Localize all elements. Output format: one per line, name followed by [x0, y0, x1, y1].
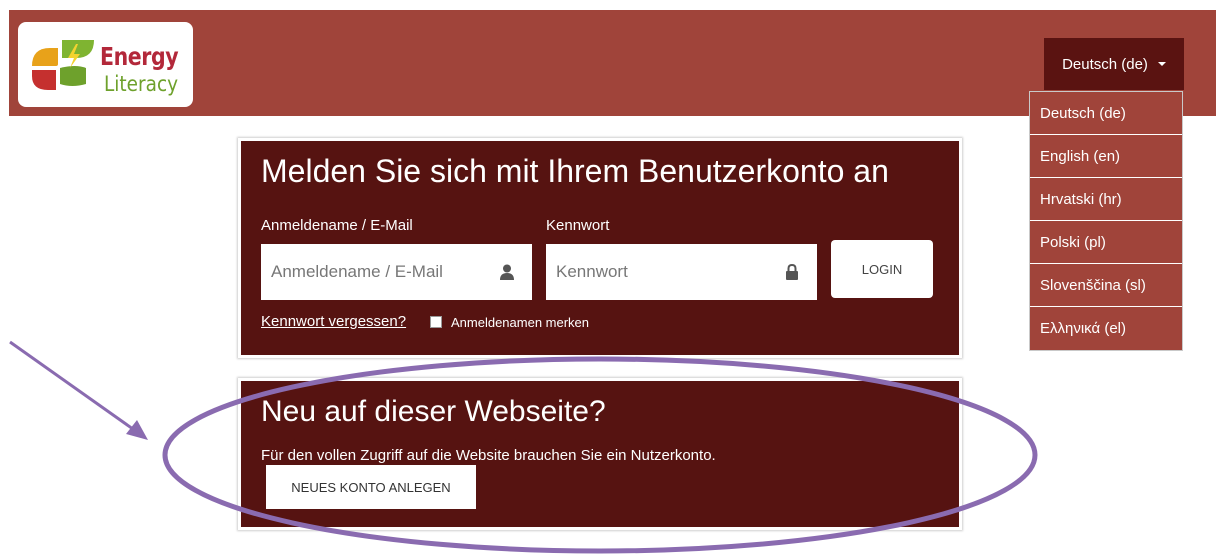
- username-input[interactable]: Anmeldename / E-Mail: [261, 244, 532, 300]
- login-card: Melden Sie sich mit Ihrem Benutzerkonto …: [238, 138, 962, 358]
- language-option-sl[interactable]: Slovenščina (sl): [1030, 264, 1182, 307]
- language-dropdown-button[interactable]: Deutsch (de): [1044, 38, 1184, 90]
- caret-down-icon: [1157, 62, 1166, 66]
- logo-text-literacy: Literacy: [104, 72, 179, 96]
- language-option-el[interactable]: Ελληνικά (el): [1030, 307, 1182, 350]
- annotation-arrow-head: [126, 420, 148, 440]
- password-input[interactable]: Kennwort: [546, 244, 817, 300]
- password-label: Kennwort: [546, 217, 610, 234]
- language-option-de[interactable]: Deutsch (de): [1030, 92, 1182, 135]
- signup-card: Neu auf dieser Webseite? Für den vollen …: [238, 378, 962, 530]
- language-current-label: Deutsch (de): [1062, 55, 1148, 73]
- energy-literacy-logo[interactable]: Energy Literacy: [18, 22, 193, 107]
- login-title: Melden Sie sich mit Ihrem Benutzerkonto …: [261, 153, 889, 189]
- remember-username-label: Anmeldenamen merken: [451, 315, 590, 330]
- remember-username-checkbox[interactable]: [430, 316, 442, 328]
- user-icon: [500, 264, 514, 280]
- forgot-password-link[interactable]: Kennwort vergessen?: [261, 313, 406, 330]
- language-option-en[interactable]: English (en): [1030, 135, 1182, 178]
- language-option-hr[interactable]: Hrvatski (hr): [1030, 178, 1182, 221]
- language-menu: Deutsch (de) English (en) Hrvatski (hr) …: [1029, 91, 1183, 351]
- create-account-button[interactable]: NEUES KONTO ANLEGEN: [266, 465, 476, 509]
- logo-leaves-icon: [32, 40, 94, 90]
- logo-text-energy: Energy: [100, 42, 179, 71]
- annotation-arrow-line: [9, 340, 141, 436]
- signup-text: Für den vollen Zugriff auf die Website b…: [261, 447, 716, 464]
- language-option-pl[interactable]: Polski (pl): [1030, 221, 1182, 264]
- lock-icon: [786, 264, 798, 280]
- username-placeholder: Anmeldename / E-Mail: [271, 262, 443, 281]
- login-button[interactable]: LOGIN: [831, 240, 933, 298]
- signup-title: Neu auf dieser Webseite?: [261, 395, 606, 428]
- password-placeholder: Kennwort: [556, 262, 628, 281]
- username-label: Anmeldename / E-Mail: [261, 217, 413, 234]
